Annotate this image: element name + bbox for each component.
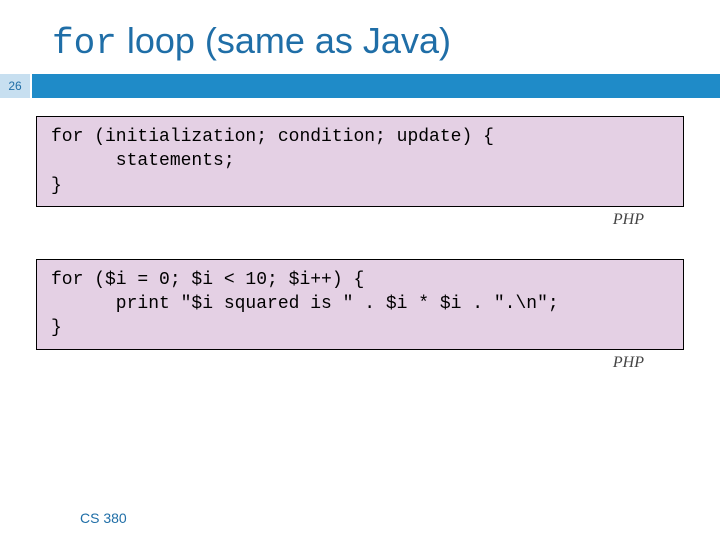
code2-line2: print "$i squared is " . $i * $i . ".\n"…: [51, 294, 559, 314]
slide-title: for loop (same as Java): [52, 20, 720, 64]
code2-line3: }: [51, 318, 62, 338]
title-mono: for: [52, 23, 117, 64]
slide-number: 26: [0, 74, 32, 98]
code2-lang-label: PHP: [36, 354, 644, 372]
codebox-1: for (initialization; condition; update) …: [36, 116, 684, 207]
codebox-1-wrap: for (initialization; condition; update) …: [36, 116, 684, 229]
title-rest: loop (same as Java): [117, 20, 451, 61]
codebox-2-wrap: for ($i = 0; $i < 10; $i++) { print "$i …: [36, 259, 684, 372]
code1-line1: for (initialization; condition; update) …: [51, 127, 494, 147]
slide: for loop (same as Java) 26 for (initiali…: [0, 20, 720, 540]
blue-bar-fill: [32, 74, 720, 98]
code1-lang-label: PHP: [36, 211, 644, 229]
code1-line2: statements;: [51, 151, 235, 171]
footer-course: CS 380: [80, 510, 127, 526]
codebox-2: for ($i = 0; $i < 10; $i++) { print "$i …: [36, 259, 684, 350]
code2-line1: for ($i = 0; $i < 10; $i++) {: [51, 270, 364, 290]
code1-line3: }: [51, 176, 62, 196]
blue-bar: 26: [0, 74, 720, 98]
